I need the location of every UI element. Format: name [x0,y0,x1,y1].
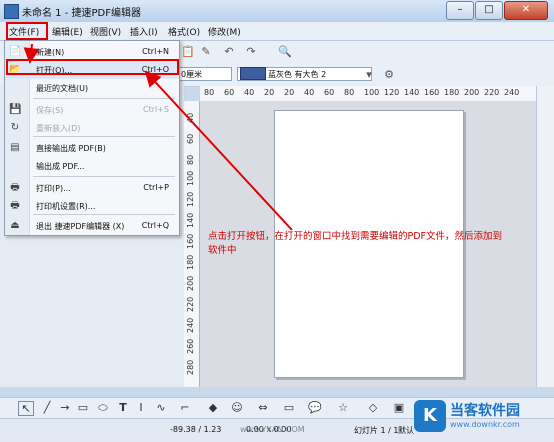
watermark-url: www.downkr.com [450,420,520,429]
arrow-to-open-item [144,70,293,231]
site-watermark: K 当客软件园 www.downkr.com [414,398,550,438]
watermark-logo: K [414,400,446,432]
watermark-name: 当客软件园 [450,403,520,419]
annotation-arrows [23,43,293,231]
arrow-to-file-menu [23,43,40,64]
instruction-annotation: 点击打开按钮，在打开的窗口中找到需要编辑的PDF文件，然后添加到软件中 [208,231,503,256]
